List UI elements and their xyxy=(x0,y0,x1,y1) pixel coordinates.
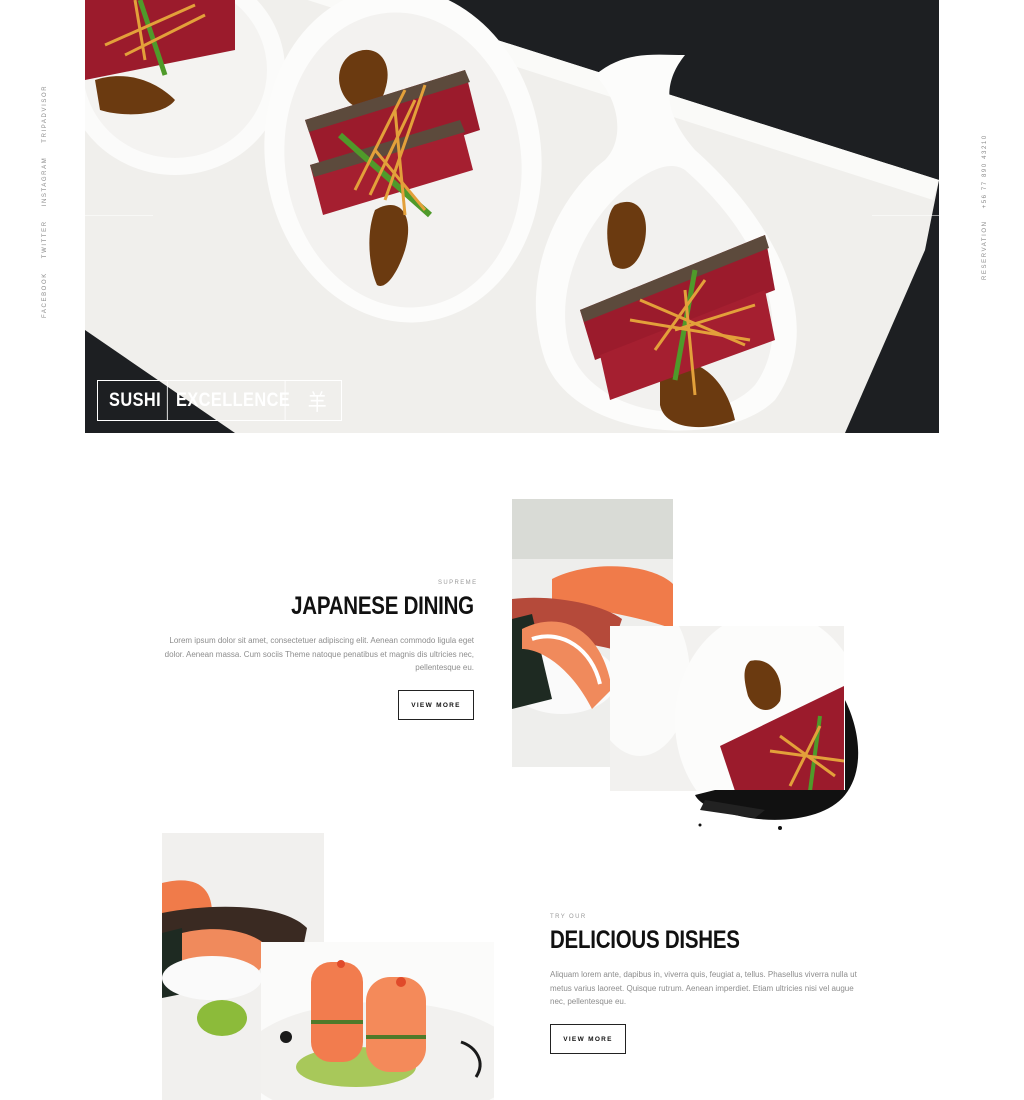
hero-badge: SUSHI EXCELLENCE 羊 xyxy=(97,380,342,421)
badge-excellence: EXCELLENCE xyxy=(176,381,290,420)
social-link-instagram[interactable]: INSTAGRAM xyxy=(42,157,48,207)
social-links: FACEBOOK TWITTER INSTAGRAM TRIPADVISOR xyxy=(30,85,54,318)
hero-divider-right xyxy=(872,215,939,216)
ink-brush-decoration xyxy=(695,700,859,830)
salmon-rolls-illustration xyxy=(261,942,494,1100)
hero-image xyxy=(85,0,939,433)
reservation-rail: RESERVATION +56 77 890 43210 xyxy=(972,134,992,280)
badge-kanji-logo: 羊 xyxy=(307,390,328,416)
section1-kicker: SUPREME xyxy=(438,580,478,586)
badge-sushi: SUSHI xyxy=(103,381,168,420)
section1-paragraph: Lorem ipsum dolor sit amet, consectetuer… xyxy=(164,636,474,672)
social-link-facebook[interactable]: FACEBOOK xyxy=(42,272,48,318)
section2-kicker: TRY OUR xyxy=(550,914,587,920)
phone-number[interactable]: +56 77 890 43210 xyxy=(982,134,988,208)
salmon-rolls-photo xyxy=(261,942,494,1100)
hero-divider-left xyxy=(85,215,153,216)
section2-title: DELICIOUS DISHES xyxy=(550,926,740,954)
hero-food-illustration xyxy=(85,0,939,433)
section2-paragraph: Aliquam lorem ante, dapibus in, viverra … xyxy=(550,970,857,1006)
section2-view-more-button[interactable]: VIEW MORE xyxy=(550,1024,626,1054)
reservation-link[interactable]: RESERVATION xyxy=(982,220,988,280)
section1-view-more-button[interactable]: VIEW MORE xyxy=(398,690,474,720)
page: FACEBOOK TWITTER INSTAGRAM TRIPADVISOR R… xyxy=(0,0,1024,1100)
social-link-twitter[interactable]: TWITTER xyxy=(42,220,48,258)
social-link-tripadvisor[interactable]: TRIPADVISOR xyxy=(42,85,48,143)
section1-title: JAPANESE DINING xyxy=(291,592,474,620)
